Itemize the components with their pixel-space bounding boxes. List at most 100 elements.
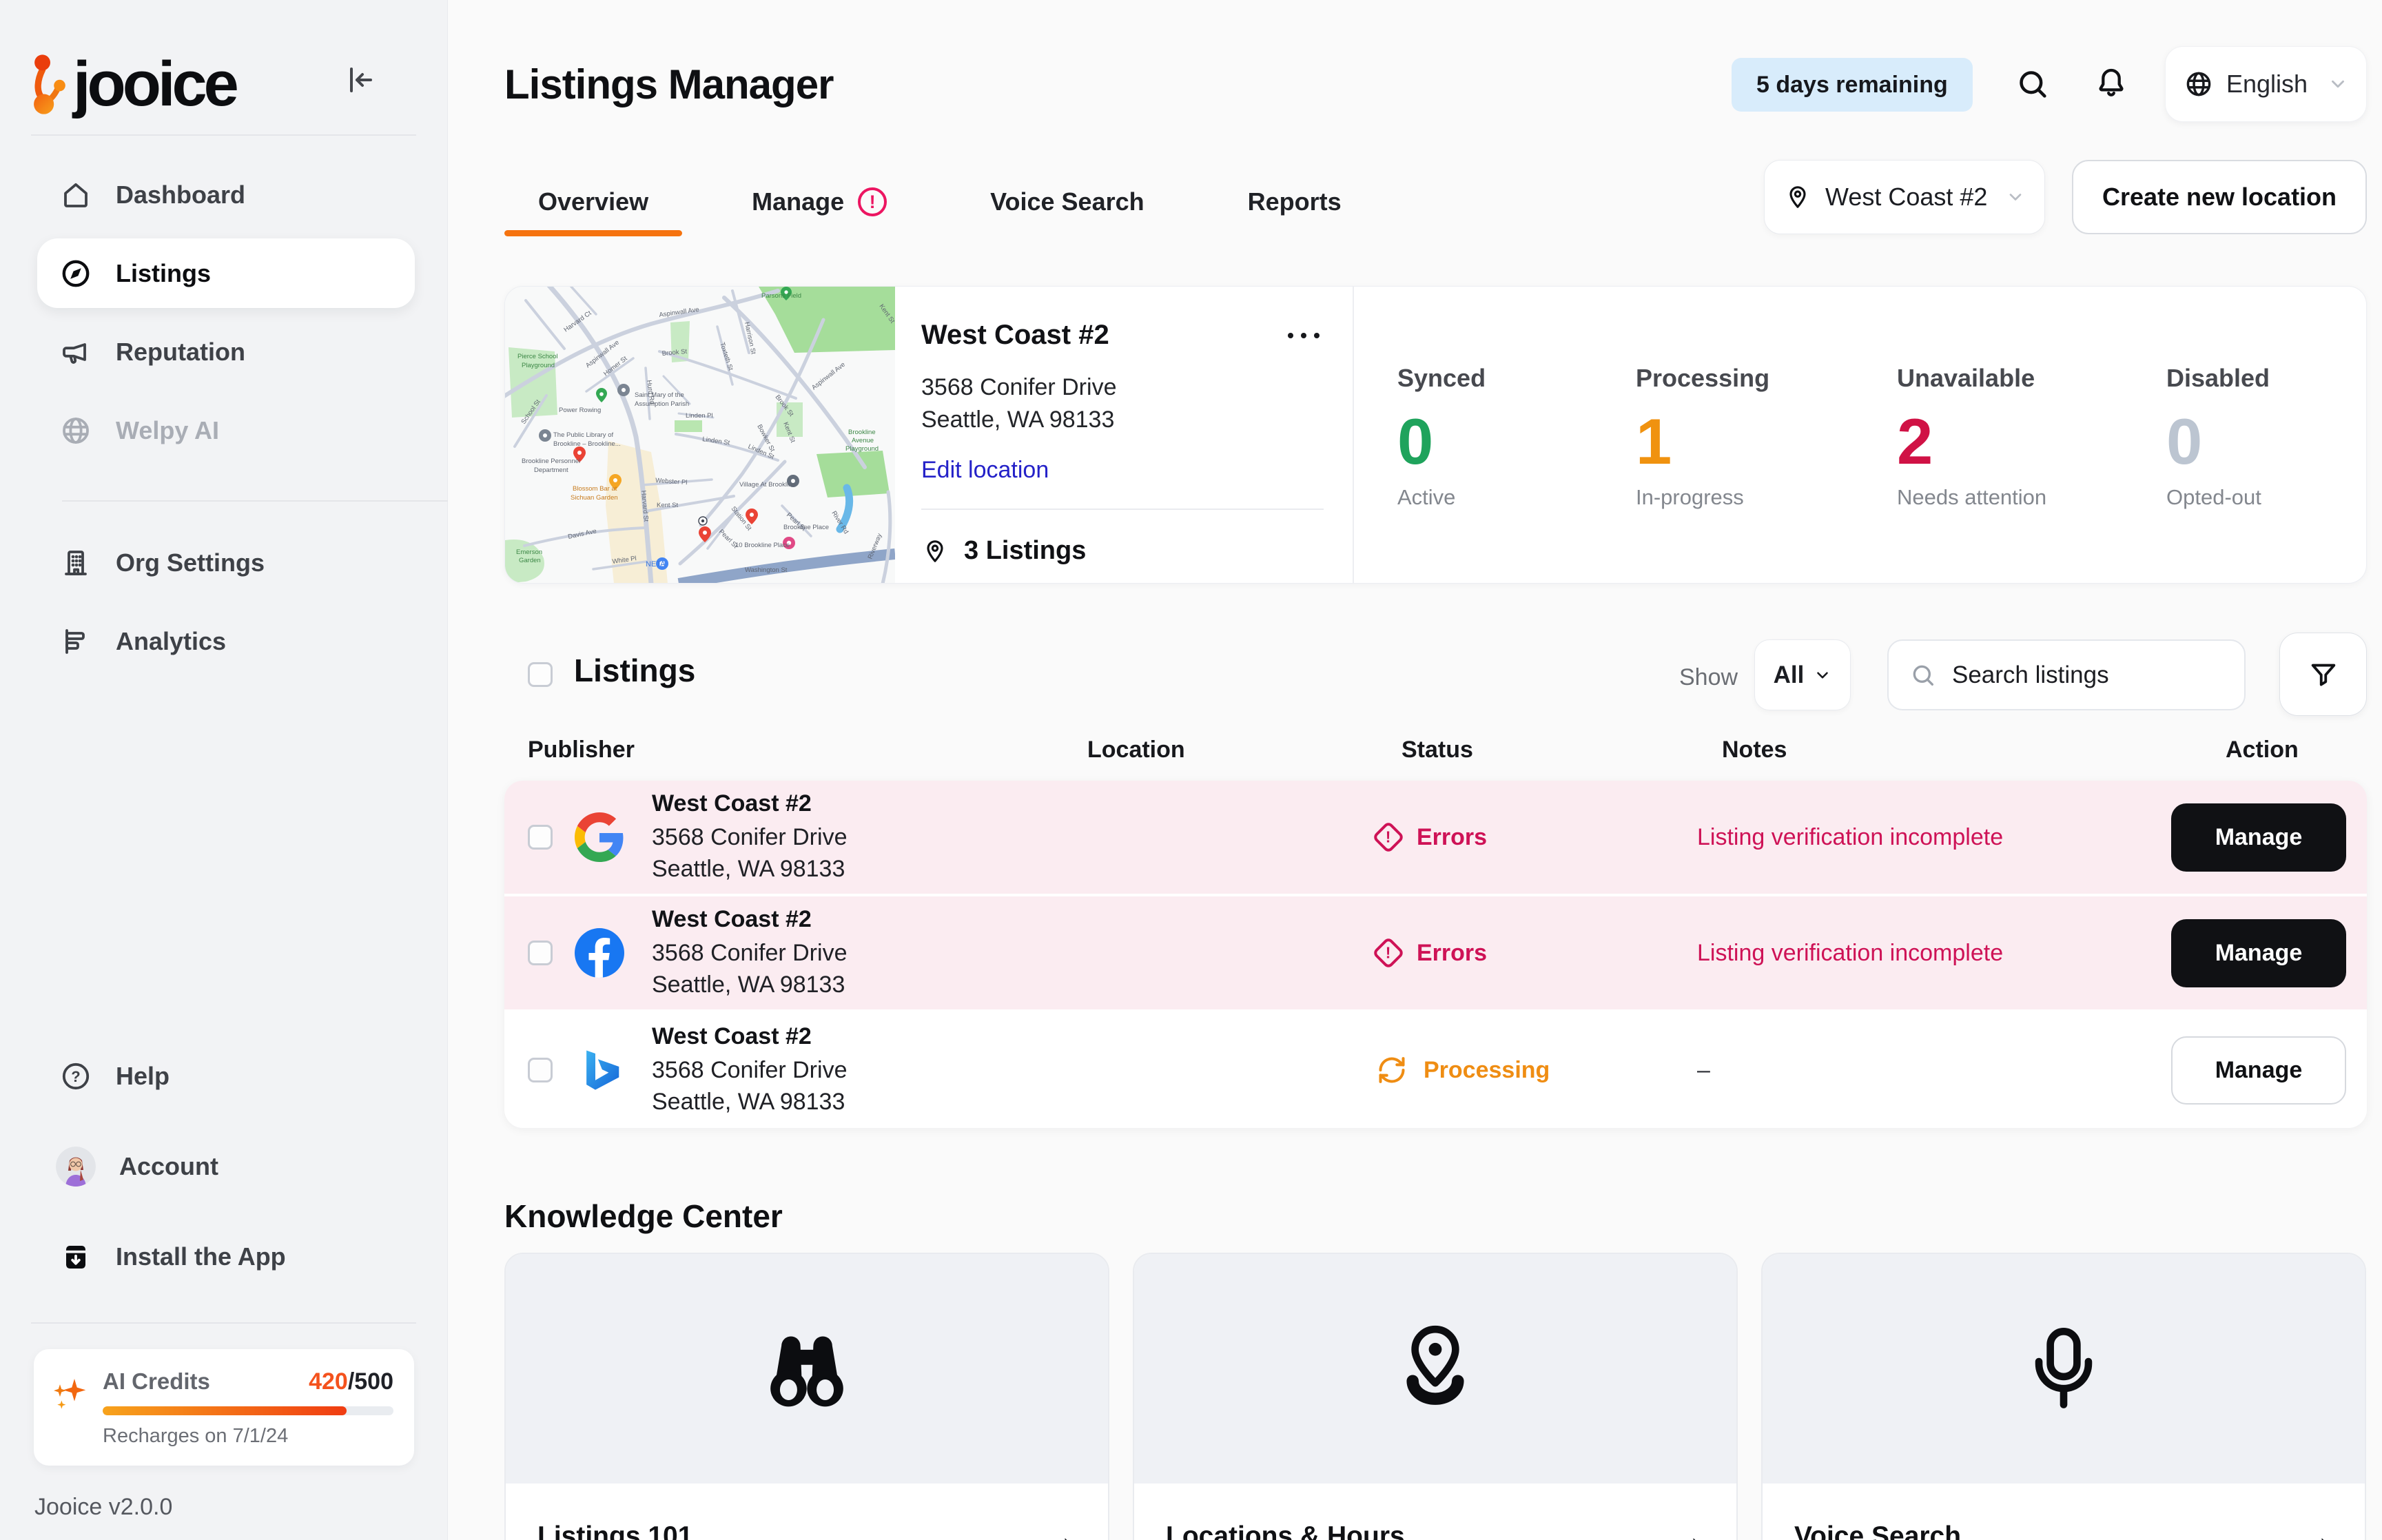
sidebar-item-org-settings[interactable]: Org Settings xyxy=(37,528,415,597)
show-filter-value: All xyxy=(1774,661,1805,689)
svg-text:Sichuan Garden: Sichuan Garden xyxy=(571,494,618,502)
tab-voice-search[interactable]: Voice Search xyxy=(956,181,1178,223)
knowledge-cards: Listings 101 → Learn about publisher act… xyxy=(504,1253,2367,1540)
sidebar-item-welpy-ai[interactable]: Welpy AI xyxy=(37,396,415,465)
knowledge-card-listings-101[interactable]: Listings 101 → Learn about publisher act… xyxy=(504,1253,1109,1540)
table-row-google: West Coast #2 3568 Conifer Drive Seattle… xyxy=(504,781,2367,896)
stat-value: 0 xyxy=(1397,409,1636,474)
row-status: Errors xyxy=(1417,824,1487,851)
globe-icon xyxy=(59,414,92,447)
stat-sublabel: Active xyxy=(1397,485,1636,510)
row-address1: 3568 Conifer Drive xyxy=(652,937,1377,969)
home-icon xyxy=(59,178,92,212)
column-header-status: Status xyxy=(1402,737,1473,763)
filter-button[interactable] xyxy=(2279,633,2367,716)
row-checkbox[interactable] xyxy=(528,825,553,850)
error-diamond-icon: ! xyxy=(1372,821,1405,854)
arrow-right-icon[interactable]: → xyxy=(1673,1518,1705,1540)
ai-credits-card: AI Credits 420 /500 Recharges on 7/1/24 xyxy=(34,1349,414,1466)
row-checkbox[interactable] xyxy=(528,941,553,965)
manage-button[interactable]: Manage xyxy=(2171,919,2346,987)
ai-credits-total: /500 xyxy=(348,1368,393,1395)
tab-label: Voice Search xyxy=(990,187,1144,216)
show-filter-select[interactable]: All xyxy=(1754,639,1851,710)
sidebar-item-label: Analytics xyxy=(116,627,226,656)
knowledge-card-locations-hours[interactable]: Locations & Hours → Create and manage mu… xyxy=(1133,1253,1738,1540)
svg-text:Assumption Parish: Assumption Parish xyxy=(635,400,689,408)
tab-reports[interactable]: Reports xyxy=(1214,181,1375,223)
row-status: Errors xyxy=(1417,940,1487,967)
overflow-menu-icon[interactable] xyxy=(1284,329,1324,342)
row-notes: – xyxy=(1697,1057,2171,1084)
table-row-bing: West Coast #2 3568 Conifer Drive Seattle… xyxy=(504,1012,2367,1128)
ai-credits-progressbar xyxy=(103,1406,393,1415)
row-address2: Seattle, WA 98133 xyxy=(652,1086,1377,1118)
tab-label: Reports xyxy=(1248,187,1342,216)
search-icon xyxy=(1909,661,1937,689)
column-header-publisher: Publisher xyxy=(528,737,635,763)
ai-credits-label: AI Credits xyxy=(103,1368,309,1395)
location-selector[interactable]: West Coast #2 xyxy=(1764,160,2045,234)
svg-text:Emerson: Emerson xyxy=(516,548,542,556)
trial-badge: 5 days remaining xyxy=(1732,58,1973,112)
bell-icon[interactable] xyxy=(2092,63,2131,102)
app-logo[interactable]: jooice xyxy=(32,48,236,120)
megaphone-icon xyxy=(59,336,92,369)
sidebar-item-dashboard[interactable]: Dashboard xyxy=(37,160,415,229)
edit-location-link[interactable]: Edit location xyxy=(921,457,1049,484)
sidebar-item-install-app[interactable]: Install the App xyxy=(37,1222,415,1291)
manage-button[interactable]: Manage xyxy=(2171,803,2346,872)
search-icon[interactable] xyxy=(2013,65,2052,103)
knowledge-card-voice-search[interactable]: Voice Search → Find out how voice search… xyxy=(1761,1253,2366,1540)
column-header-action: Action xyxy=(2226,737,2299,763)
address-line1: 3568 Conifer Drive xyxy=(921,371,1324,404)
knowledge-center-title: Knowledge Center xyxy=(504,1198,783,1235)
sidebar-item-account[interactable]: Account xyxy=(37,1131,415,1201)
svg-text:Blossom Bar at: Blossom Bar at xyxy=(573,485,617,493)
row-status: Processing xyxy=(1424,1057,1550,1084)
tab-bar: Overview Manage ! Voice Search Reports xyxy=(504,181,1375,223)
language-value: English xyxy=(2226,70,2315,99)
page-title: Listings Manager xyxy=(504,61,833,108)
sparkles-icon xyxy=(50,1374,89,1448)
location-name: West Coast #2 xyxy=(921,320,1284,351)
column-header-notes: Notes xyxy=(1722,737,1787,763)
sidebar-item-label: Listings xyxy=(116,259,211,288)
svg-text:10 Brookline Place: 10 Brookline Place xyxy=(735,542,790,549)
svg-text:Brookline: Brookline xyxy=(848,429,876,436)
row-notes: Listing verification incomplete xyxy=(1697,824,2171,851)
microphone-icon xyxy=(2012,1317,2115,1421)
sidebar-item-reputation[interactable]: Reputation xyxy=(37,317,415,387)
sidebar-collapse-icon[interactable] xyxy=(342,62,378,98)
stat-unavailable: Unavailable 2 Needs attention xyxy=(1897,364,2166,583)
help-icon: ? xyxy=(59,1060,92,1093)
search-listings-input[interactable] xyxy=(1952,661,2263,689)
sidebar-item-label: Org Settings xyxy=(116,548,265,577)
svg-text:NETA: NETA xyxy=(646,560,666,568)
sidebar-item-help[interactable]: ? Help xyxy=(37,1041,415,1111)
map-pin-icon xyxy=(1784,183,1811,211)
svg-text:Linden Pl: Linden Pl xyxy=(686,412,713,420)
card-title: Locations & Hours xyxy=(1166,1521,1673,1540)
create-location-button[interactable]: Create new location xyxy=(2072,160,2367,234)
svg-text:Washington St: Washington St xyxy=(745,566,788,574)
svg-text:Brookline – Brookline...: Brookline – Brookline... xyxy=(553,440,621,448)
arrow-right-icon[interactable]: → xyxy=(2301,1518,2333,1540)
sidebar-item-analytics[interactable]: Analytics xyxy=(37,606,415,676)
location-map[interactable]: Parsons FieldKent StAspinwall AveHarriso… xyxy=(505,287,895,583)
tab-overview[interactable]: Overview xyxy=(504,181,682,223)
svg-text:Garden: Garden xyxy=(519,557,541,564)
table-row-facebook: West Coast #2 3568 Conifer Drive Seattle… xyxy=(504,896,2367,1012)
language-selector[interactable]: English xyxy=(2165,46,2367,122)
sidebar-bottom-nav: ? Help Account xyxy=(0,1041,448,1312)
row-checkbox[interactable] xyxy=(528,1058,553,1082)
sidebar-item-listings[interactable]: Listings xyxy=(37,238,415,308)
manage-button[interactable]: Manage xyxy=(2171,1036,2346,1105)
row-location-name: West Coast #2 xyxy=(652,1023,1377,1050)
select-all-checkbox[interactable] xyxy=(528,662,553,687)
svg-text:Parsons Field: Parsons Field xyxy=(761,292,801,300)
arrow-right-icon[interactable]: → xyxy=(1045,1518,1076,1540)
tab-manage[interactable]: Manage ! xyxy=(718,181,921,223)
svg-text:Playground: Playground xyxy=(845,445,879,453)
stat-processing: Processing 1 In-progress xyxy=(1636,364,1897,583)
